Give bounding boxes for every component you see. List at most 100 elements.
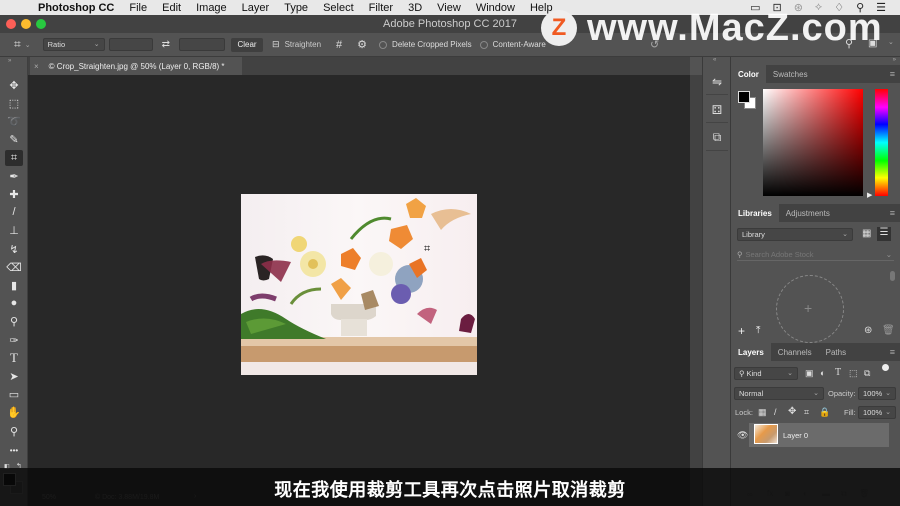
crop-settings-gear-icon[interactable]: ⚙ — [357, 38, 367, 51]
expand-panels-icon[interactable]: « — [713, 57, 716, 63]
filter-smart-objects-icon[interactable]: ⧉ — [864, 368, 870, 379]
quick-selection-tool[interactable]: ✎ — [5, 131, 23, 147]
menu-select[interactable]: Select — [323, 2, 354, 14]
ratio-select[interactable]: Ratio ⌄ — [42, 38, 105, 51]
rectangle-tool[interactable]: ▭ — [5, 386, 23, 402]
add-to-library-icon[interactable]: + — [804, 300, 812, 316]
add-content-icon[interactable]: + — [738, 324, 745, 338]
delete-cropped-pixels-checkbox[interactable] — [379, 40, 388, 49]
menu-type[interactable]: Type — [284, 2, 308, 14]
color-field[interactable] — [763, 89, 863, 196]
tab-channels[interactable]: Channels — [771, 343, 819, 361]
eyedropper-tool[interactable]: ✒ — [5, 168, 23, 184]
hue-slider[interactable] — [875, 89, 888, 196]
menu-image[interactable]: Image — [196, 2, 227, 14]
document-tab[interactable]: × © Crop_Straighten.jpg @ 50% (Layer 0, … — [30, 57, 242, 75]
preset-chevron-icon[interactable]: ⌄ — [25, 41, 31, 49]
color-foreground-swatch[interactable] — [738, 91, 750, 103]
lock-position-icon[interactable]: ✥ — [788, 406, 796, 417]
tab-paths[interactable]: Paths — [819, 343, 853, 361]
menu-file[interactable]: File — [129, 2, 147, 14]
gradient-tool[interactable]: ▮ — [5, 277, 23, 293]
menu-layer[interactable]: Layer — [242, 2, 270, 14]
fill-field[interactable]: 100% ⌄ — [858, 406, 896, 419]
canvas-vertical-scrollbar[interactable] — [690, 75, 702, 506]
collapse-toolbar-icon[interactable]: » — [8, 58, 11, 64]
stock-search-field[interactable]: ⚲ Search Adobe Stock ⌄ — [737, 248, 894, 261]
filter-adjustment-layers-icon[interactable]: ◐ — [820, 368, 825, 378]
content-aware-checkbox[interactable] — [479, 40, 488, 49]
lasso-tool[interactable]: ➰ — [5, 113, 23, 129]
library-scrollbar[interactable] — [890, 271, 895, 281]
blend-mode-select[interactable]: Normal ⌄ — [734, 387, 824, 400]
tab-libraries[interactable]: Libraries — [731, 204, 779, 222]
workspace-chevron-icon[interactable]: ⌄ — [888, 38, 894, 46]
collapse-dock-icon[interactable]: » — [893, 57, 896, 63]
layer-row[interactable]: Layer 0 — [749, 423, 889, 447]
filter-toggle-icon[interactable] — [882, 364, 889, 371]
filter-type-layers-icon[interactable]: T — [835, 367, 841, 378]
chevron-down-icon: ⌄ — [813, 390, 819, 397]
document-image[interactable] — [241, 194, 477, 375]
clear-button[interactable]: Clear — [231, 37, 264, 52]
tab-layers[interactable]: Layers — [731, 343, 771, 361]
crop-tool-preset-icon[interactable]: ⌗ — [14, 37, 21, 52]
layers-panel-menu-icon[interactable]: ≡ — [890, 347, 895, 357]
clone-stamp-tool[interactable]: ⊥ — [5, 222, 23, 238]
menu-3d[interactable]: 3D — [408, 2, 422, 14]
layer-filter-kind-select[interactable]: ⚲ Kind ⌄ — [734, 367, 798, 380]
color-panel-menu-icon[interactable]: ≡ — [890, 69, 895, 79]
move-tool[interactable]: ✥ — [5, 77, 23, 93]
properties-panel-button[interactable]: ⚃ — [706, 97, 728, 123]
menu-filter[interactable]: Filter — [369, 2, 393, 14]
crop-tool[interactable]: ⌗ — [5, 150, 23, 166]
eraser-tool[interactable]: ⌫ — [5, 259, 23, 275]
blur-tool[interactable]: ● — [5, 295, 23, 311]
menu-window[interactable]: Window — [476, 2, 515, 14]
history-panel-button[interactable]: ⇋ — [706, 69, 728, 95]
layer-visibility-eye-icon[interactable]: 👁 — [737, 430, 748, 441]
path-selection-tool[interactable]: ➤ — [5, 368, 23, 384]
app-menu[interactable]: Photoshop CC — [38, 2, 114, 14]
crop-width-input[interactable] — [108, 38, 153, 51]
lock-image-pixels-icon[interactable]: / — [774, 407, 777, 417]
tab-swatches[interactable]: Swatches — [766, 65, 815, 83]
cloud-sync-icon[interactable]: ⊛ — [864, 325, 872, 336]
marquee-tool[interactable]: ⬚ — [5, 95, 23, 111]
overlay-grid-icon[interactable]: # — [336, 39, 342, 51]
close-document-icon[interactable]: × — [34, 62, 39, 71]
list-view-icon[interactable]: ☰ — [877, 227, 891, 241]
swap-dimensions-icon[interactable]: ⇄ — [162, 39, 170, 50]
libraries-panel-menu-icon[interactable]: ≡ — [890, 208, 895, 218]
lock-label: Lock: — [735, 408, 753, 417]
layers-panel-tabs: Layers Channels Paths ≡ — [731, 343, 900, 361]
healing-brush-tool[interactable]: ✚ — [5, 186, 23, 202]
straighten-button[interactable]: Straighten — [285, 40, 321, 49]
crop-height-input[interactable] — [179, 38, 226, 51]
type-tool[interactable]: T — [5, 350, 23, 366]
zoom-tool[interactable]: ⚲ — [5, 423, 23, 439]
lock-artboard-icon[interactable]: ⌗ — [804, 407, 809, 418]
menu-view[interactable]: View — [437, 2, 461, 14]
edit-toolbar-button[interactable]: ••• — [5, 442, 23, 458]
library-select[interactable]: Library ⌄ — [737, 228, 853, 241]
filter-pixel-layers-icon[interactable]: ▣ — [805, 368, 814, 379]
brush-tool[interactable]: / — [5, 204, 23, 220]
opacity-field[interactable]: 100% ⌄ — [858, 387, 896, 400]
tab-adjustments[interactable]: Adjustments — [779, 204, 837, 222]
hue-slider-handle-icon[interactable]: ▶ — [867, 191, 872, 199]
delete-library-icon[interactable]: 🗑 — [882, 325, 895, 336]
lock-all-icon[interactable]: 🔒 — [819, 407, 830, 418]
paths-panel-button[interactable]: ⧉ — [706, 125, 728, 151]
grid-view-icon[interactable]: ▦ — [862, 228, 871, 239]
tab-color[interactable]: Color — [731, 65, 766, 83]
dodge-tool[interactable]: ⚲ — [5, 313, 23, 329]
hand-tool[interactable]: ✋ — [5, 404, 23, 420]
straighten-icon[interactable]: ⊟ — [272, 39, 280, 50]
history-brush-tool[interactable]: ↯ — [5, 241, 23, 257]
filter-shape-layers-icon[interactable]: ⬚ — [849, 368, 858, 379]
pen-tool[interactable]: ✑ — [5, 332, 23, 348]
upload-icon[interactable]: ⤒ — [756, 325, 760, 336]
lock-transparent-pixels-icon[interactable]: ▦ — [758, 407, 767, 418]
menu-edit[interactable]: Edit — [162, 2, 181, 14]
